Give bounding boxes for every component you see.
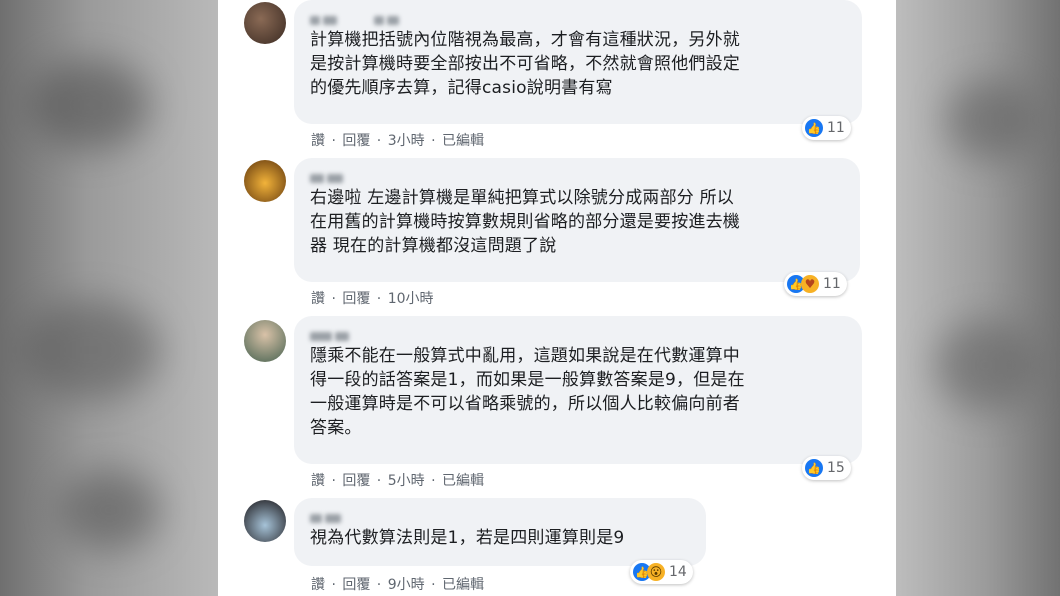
like-link[interactable]: 讚 [311,291,325,307]
timestamp[interactable]: 10小時 [388,291,434,307]
commenter-name-blurred[interactable] [310,508,690,523]
reaction-summary[interactable]: 👍 😮 14 [630,560,693,584]
timestamp[interactable]: 9小時 [388,577,425,593]
comment-actions: 讚 · 回覆 · 9小時 · 已編輯 [311,577,484,593]
comment-text: 隱乘不能在一般算式中亂用，這題如果說是在代數運算中 得一段的話答案是1，而如果是… [310,346,745,438]
comment-bubble: 視為代數算法則是1，若是四則運算則是9 [294,498,706,566]
like-link[interactable]: 讚 [311,133,325,149]
timestamp[interactable]: 3小時 [388,133,425,149]
reply-link[interactable]: 回覆 [342,577,370,593]
timestamp[interactable]: 5小時 [388,473,425,489]
comment-bubble: 計算機把括號內位階視為最高，才會有這種狀況，另外就 是按計算機時要全部按出不可省… [294,0,862,124]
comment-text: 右邊啦 左邊計算機是單純把算式以除號分成兩部分 所以 在用舊的計算機時按算數規則… [310,188,740,256]
edited-label: 已編輯 [442,473,484,489]
reply-link[interactable]: 回覆 [342,473,370,489]
reaction-summary[interactable]: 👍 ♥ 11 [784,272,847,296]
comment-bubble: 隱乘不能在一般算式中亂用，這題如果說是在代數運算中 得一段的話答案是1，而如果是… [294,316,862,464]
reaction-count: 15 [827,460,845,476]
like-link[interactable]: 讚 [311,473,325,489]
avatar[interactable] [244,2,286,44]
edited-label: 已編輯 [442,577,484,593]
reaction-count: 11 [823,276,841,292]
wow-icon: 😮 [647,563,665,581]
reply-link[interactable]: 回覆 [342,133,370,149]
reaction-summary[interactable]: 👍 11 [802,116,851,140]
comment-bubble: 右邊啦 左邊計算機是單純把算式以除號分成兩部分 所以 在用舊的計算機時按算數規則… [294,158,860,282]
avatar[interactable] [244,320,286,362]
comment-actions: 讚 · 回覆 · 10小時 [311,291,434,307]
edited-label: 已編輯 [442,133,484,149]
comments-panel: 計算機把括號內位階視為最高，才會有這種狀況，另外就 是按計算機時要全部按出不可省… [218,0,896,596]
comment-text: 計算機把括號內位階視為最高，才會有這種狀況，另外就 是按計算機時要全部按出不可省… [310,30,740,98]
comment-actions: 讚 · 回覆 · 3小時 · 已編輯 [311,133,484,149]
comment-actions: 讚 · 回覆 · 5小時 · 已編輯 [311,473,484,489]
commenter-name-blurred[interactable] [310,168,844,183]
reaction-count: 11 [827,120,845,136]
commenter-name-blurred[interactable] [310,326,846,341]
avatar[interactable] [244,500,286,542]
care-icon: ♥ [801,275,819,293]
like-link[interactable]: 讚 [311,577,325,593]
like-icon: 👍 [805,459,823,477]
blurred-background-left [0,0,218,596]
like-icon: 👍 [805,119,823,137]
commenter-name-blurred[interactable] [310,10,846,25]
blurred-background-right [896,0,1060,596]
reaction-summary[interactable]: 👍 15 [802,456,851,480]
reply-link[interactable]: 回覆 [342,291,370,307]
reaction-count: 14 [669,564,687,580]
comment-text: 視為代數算法則是1，若是四則運算則是9 [310,528,625,548]
avatar[interactable] [244,160,286,202]
